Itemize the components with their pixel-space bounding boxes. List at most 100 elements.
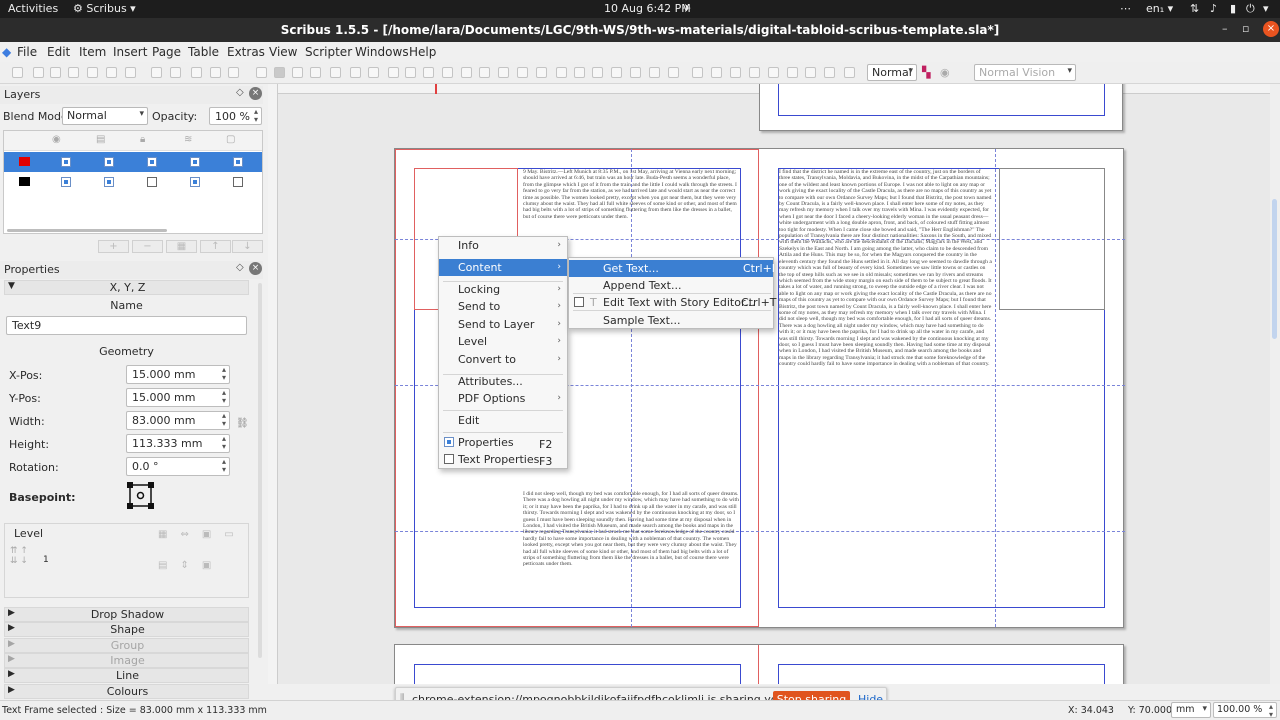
toolbar-tool-icon[interactable] xyxy=(50,67,61,78)
name-field[interactable]: Text9 xyxy=(6,316,247,335)
context-menu-item[interactable]: Content › xyxy=(439,259,567,276)
spin-arrows-icon[interactable]: ▴ ▾ xyxy=(254,108,258,124)
menu-table[interactable]: Table xyxy=(188,45,219,59)
unit-combo[interactable]: mm ▾ xyxy=(1171,702,1211,718)
spin-arrows-icon[interactable]: ▴ ▾ xyxy=(222,458,226,474)
close-panel-button[interactable]: × xyxy=(249,87,262,100)
toolbar-tool-icon[interactable] xyxy=(749,67,760,78)
restore-button[interactable]: ▫ xyxy=(1242,22,1249,35)
toolbar-tool-icon[interactable] xyxy=(210,67,221,78)
layer-checkbox[interactable] xyxy=(61,177,71,187)
menu-checkbox[interactable] xyxy=(574,297,584,307)
submenu-item[interactable]: T Edit Text with Story Editor... Ctrl+T xyxy=(569,294,777,311)
apps-indicator-icon[interactable]: ⋯ xyxy=(1120,2,1131,15)
toolbar-tool-icon[interactable] xyxy=(824,67,835,78)
vision-mode-combo[interactable]: Normal Vision ▾ xyxy=(974,64,1076,81)
vertical-scrollbar-track[interactable] xyxy=(1270,84,1280,684)
toolbar-tool-icon[interactable] xyxy=(730,67,741,78)
toolbar-tool-icon[interactable] xyxy=(388,67,399,78)
section-header[interactable]: ▶ Group xyxy=(4,637,249,653)
opacity-field[interactable]: 100 % ▴ ▾ xyxy=(209,107,262,125)
context-menu-item[interactable]: Info › xyxy=(439,237,567,254)
close-panel-button[interactable]: × xyxy=(249,262,262,275)
layer-row[interactable] xyxy=(4,172,262,192)
text-frame-col1-bottom[interactable]: I did not sleep well, though my bed was … xyxy=(523,491,739,606)
properties-scrollbar[interactable] xyxy=(258,283,262,658)
section-header[interactable]: ▶ Drop Shadow xyxy=(4,607,249,622)
toolbar-tool-icon[interactable] xyxy=(310,67,321,78)
toolbar-tool-icon[interactable] xyxy=(592,67,603,78)
preview-icon[interactable]: ◉ xyxy=(940,66,950,79)
context-menu-item[interactable]: Attributes... xyxy=(439,373,567,390)
page-bottom[interactable] xyxy=(394,644,1124,684)
color-management-icon[interactable]: ▚ xyxy=(922,66,930,79)
toolbar-tool-icon[interactable] xyxy=(844,67,855,78)
spin-arrows-icon[interactable]: ▴ ▾ xyxy=(222,435,226,451)
power-icon[interactable]: ⏻ xyxy=(1246,2,1255,16)
toolbar-tool-icon[interactable] xyxy=(479,67,490,78)
toolbar-tool-icon[interactable] xyxy=(611,67,622,78)
volume-icon[interactable]: ♪ xyxy=(1210,2,1217,15)
menu-checkbox[interactable] xyxy=(444,454,454,464)
language-indicator[interactable]: en₁ ▾ xyxy=(1146,2,1173,15)
horizontal-scrollbar[interactable] xyxy=(7,229,167,232)
toolbar-tool-icon[interactable] xyxy=(330,67,341,78)
spin-arrows-icon[interactable]: ▴ ▾ xyxy=(222,412,226,428)
submenu-item[interactable]: Append Text... xyxy=(569,277,773,294)
toolbar-tool-icon[interactable] xyxy=(350,67,361,78)
submenu-item[interactable]: Sample Text... xyxy=(569,312,773,329)
float-panel-icon[interactable]: ◇ xyxy=(236,262,244,273)
context-menu-item[interactable]: Convert to › xyxy=(439,351,567,368)
menu-page[interactable]: Page xyxy=(152,45,181,59)
toolbar-tool-icon[interactable] xyxy=(125,67,136,78)
context-menu-item[interactable]: Send to › xyxy=(439,298,567,315)
app-menu[interactable]: ⚙ Scribus ▾ xyxy=(73,2,136,15)
toolbar-tool-icon[interactable] xyxy=(692,67,703,78)
menu-edit[interactable]: Edit xyxy=(47,45,70,59)
toolbar-tool-icon[interactable] xyxy=(274,67,285,78)
layer-checkbox[interactable] xyxy=(104,157,114,167)
vertical-scrollbar-thumb[interactable] xyxy=(1272,199,1277,339)
toolbar-tool-icon[interactable] xyxy=(33,67,44,78)
toolbar-tool-icon[interactable] xyxy=(68,67,79,78)
menu-scripter[interactable]: Scripter xyxy=(305,45,352,59)
toolbar-tool-icon[interactable] xyxy=(498,67,509,78)
toolbar-tool-icon[interactable] xyxy=(787,67,798,78)
toolbar-tool-icon[interactable] xyxy=(768,67,779,78)
toolbar-tool-icon[interactable] xyxy=(12,67,23,78)
menu-item[interactable]: Item xyxy=(79,45,106,59)
layer-checkbox[interactable] xyxy=(61,157,71,167)
toolbar-tool-icon[interactable] xyxy=(649,67,660,78)
blend-mode-combo[interactable]: Normal ▾ xyxy=(62,107,148,125)
toolbar-tool-icon[interactable] xyxy=(423,67,434,78)
zoom-field[interactable]: 100.00 % ▴ ▾ xyxy=(1213,702,1277,719)
level-buttons-icon[interactable]: ⇈ ↑ ⇊ ↓ xyxy=(10,546,28,566)
spin-arrows-icon[interactable]: ▴ ▾ xyxy=(1269,703,1273,719)
layer-checkbox[interactable] xyxy=(147,157,157,167)
duplicate-layer-button[interactable]: ▦ xyxy=(166,240,197,253)
menu-extras[interactable]: Extras xyxy=(227,45,265,59)
chevron-down-icon[interactable]: ▾ xyxy=(1263,2,1269,15)
spin-arrows-icon[interactable]: ▴ ▾ xyxy=(222,389,226,405)
remove-layer-button[interactable]: − xyxy=(132,240,163,253)
menu-help[interactable]: Help xyxy=(409,45,436,59)
add-layer-button[interactable]: + xyxy=(98,240,129,253)
display-mode-combo[interactable]: Normal ▾ xyxy=(867,64,917,81)
toolbar-tool-icon[interactable] xyxy=(574,67,585,78)
context-menu-item[interactable]: Edit xyxy=(439,412,567,429)
document-canvas[interactable]: 9 May. Bistritz.—Left Munich at 8:35 P.M… xyxy=(268,84,1270,684)
width-field[interactable]: 83.000 mm ▴ ▾ xyxy=(126,411,230,430)
menu-view[interactable]: View xyxy=(269,45,297,59)
toolbar-tool-icon[interactable] xyxy=(536,67,547,78)
align-buttons-icon[interactable]: ▦⇔▣▭ xyxy=(158,529,247,540)
network-icon[interactable]: ⇅ xyxy=(1190,2,1199,15)
layer-checkbox[interactable] xyxy=(190,177,200,187)
layer-checkbox[interactable] xyxy=(147,177,157,187)
section-header[interactable]: ▶ Image xyxy=(4,652,249,668)
toolbar-tool-icon[interactable] xyxy=(106,67,117,78)
toolbar-tool-icon[interactable] xyxy=(461,67,472,78)
section-header[interactable]: ▶ Line xyxy=(4,668,249,684)
toolbar-tool-icon[interactable] xyxy=(256,67,267,78)
empty-frame[interactable] xyxy=(999,168,1105,310)
activities-button[interactable]: Activities xyxy=(8,2,58,15)
